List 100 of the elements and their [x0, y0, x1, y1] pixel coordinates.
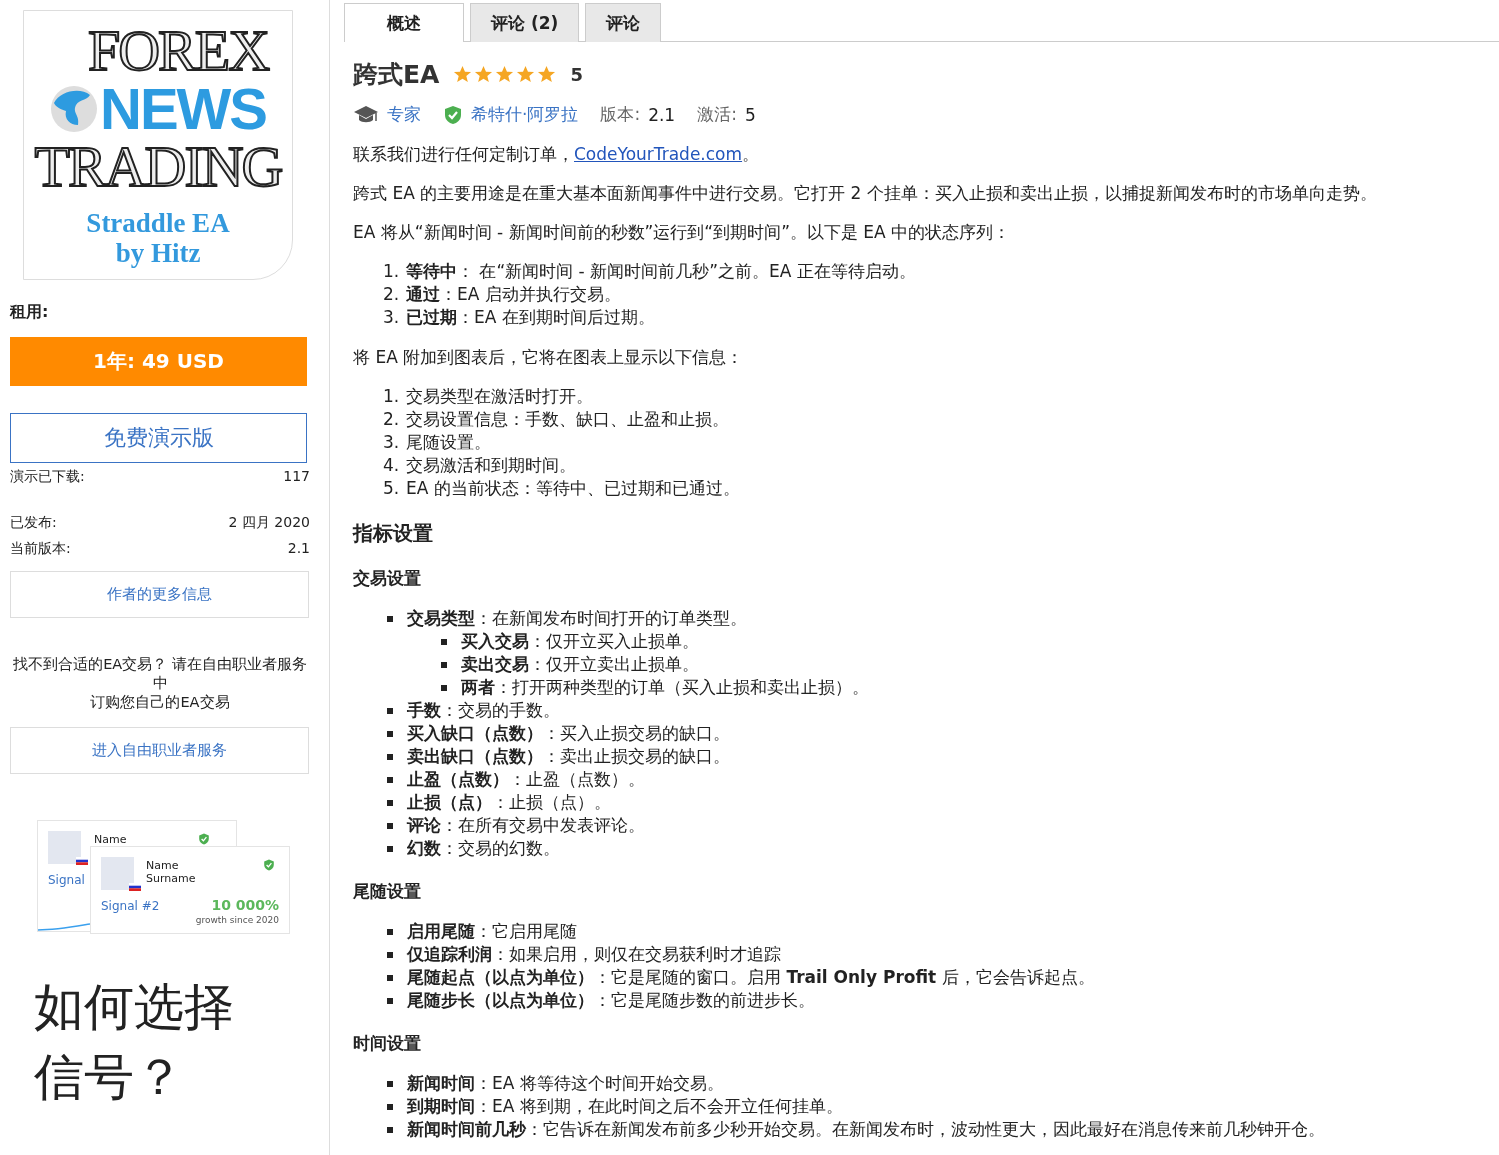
description-paragraph: 联系我们进行任何定制订单，CodeYourTrade.com。 — [353, 143, 761, 165]
bullet-icon — [387, 1080, 393, 1087]
bullet-icon — [387, 997, 393, 1004]
list-item: 买入交易：仅开立买入止损单。 — [461, 630, 699, 653]
growth-caption: growth since 2020 — [195, 915, 279, 925]
list-item: 通过：EA 启动并执行交易。 — [406, 283, 621, 306]
globe-icon — [50, 85, 98, 133]
list-item: 手数：交易的手数。 — [407, 699, 560, 722]
verified-shield-icon — [263, 859, 275, 871]
tab[interactable]: 评论 — [585, 3, 662, 42]
bullet-icon — [387, 822, 393, 829]
author-info-button[interactable]: 作者的更多信息 — [10, 571, 309, 618]
bullet-icon — [387, 951, 393, 958]
rent-label: 租用: — [10, 302, 50, 323]
star-icon — [453, 65, 473, 84]
stat-label: 演示已下载: — [10, 467, 85, 486]
list-item: 两者：打开两种类型的订单（买入止损和卖出止损）。 — [461, 676, 869, 699]
free-demo-button[interactable]: 免费演示版 — [10, 413, 307, 463]
bullet-icon — [387, 753, 393, 760]
author-link[interactable]: 希特什·阿罗拉 — [471, 103, 579, 126]
list-item: 已过期：EA 在到期时间后过期。 — [406, 306, 655, 329]
product-title: 跨式EA — [353, 59, 440, 91]
avatar-placeholder — [48, 831, 81, 864]
list-number: 5. — [383, 477, 401, 500]
bullet-icon — [387, 974, 393, 981]
tab[interactable]: 概述 — [344, 3, 464, 42]
list-item: 尾随步长（以点为单位）：它是尾随步数的前进步长。 — [407, 989, 815, 1012]
star-icon — [537, 65, 557, 84]
version-label: 版本: — [600, 103, 641, 126]
list-number: 1. — [383, 260, 401, 283]
promo-title: 信号？ — [34, 1047, 185, 1108]
list-item: 到期时间：EA 将到期，在此时间之后不会开立任何挂单。 — [407, 1095, 843, 1118]
list-number: 3. — [383, 306, 401, 329]
freelance-text: 找不到合适的EA交易？ 请在自由职业者服务中 — [12, 655, 308, 693]
signal-name: Name Surname — [146, 859, 196, 885]
signal-name: Name — [94, 833, 127, 846]
section-heading: 指标设置 — [353, 520, 434, 547]
signal-title: Signal #2 — [101, 899, 160, 913]
flag-icon — [129, 883, 141, 891]
stat-label: 当前版本: — [10, 539, 71, 558]
list-item: 交易类型在激活时打开。 — [406, 385, 593, 408]
logo-text: NEWS — [100, 80, 266, 138]
activations-label: 激活: — [697, 103, 737, 126]
list-item: 交易类型：在新闻发布时间打开的订单类型。 — [407, 607, 747, 630]
growth-curve-icon — [38, 923, 90, 931]
signal-title: Signal — [48, 873, 85, 887]
description-paragraph: EA 将从“新闻时间 - 新闻时间前的秒数”运行到“到期时间”。以下是 EA 中的状态序列： — [353, 221, 1012, 243]
rating-value: 5 — [570, 64, 583, 85]
list-item: 幻数：交易的幻数。 — [407, 837, 560, 860]
list-item: EA 的当前状态：等待中、已过期和已通过。 — [406, 477, 740, 500]
list-item: 评论：在所有交易中发表评论。 — [407, 814, 645, 837]
list-item: 交易设置信息：手数、缺口、止盈和止损。 — [406, 408, 729, 431]
tab[interactable]: 评论 (2) — [470, 3, 580, 42]
graduation-cap-icon — [353, 104, 379, 125]
star-icon — [495, 65, 515, 84]
stat-value: 2 四月 2020 — [228, 513, 310, 532]
bullet-icon — [387, 707, 393, 714]
bullet-icon — [387, 799, 393, 806]
bullet-icon — [387, 1126, 393, 1133]
logo-text: Straddle EA — [86, 208, 230, 238]
bullet-icon — [387, 730, 393, 737]
list-item: 交易激活和到期时间。 — [406, 454, 576, 477]
bullet-icon — [387, 928, 393, 935]
description-paragraph: 将 EA 附加到图表后，它将在图表上显示以下信息： — [353, 346, 745, 368]
star-icon — [474, 65, 494, 84]
verified-shield-icon — [198, 833, 210, 845]
list-item: 新闻时间前几秒：它告诉在新闻发布前多少秒开始交易。在新闻发布时，波动性更大，因此最好在消息传来前几秒钟开仓。 — [407, 1118, 1325, 1141]
bullet-icon — [441, 661, 447, 668]
logo-text: by Hitz — [115, 238, 201, 268]
list-item: 新闻时间：EA 将等待这个时间开始交易。 — [407, 1072, 724, 1095]
avatar-placeholder — [101, 857, 134, 890]
list-item: 等待中： 在“新闻时间 - 新闻时间前几秒”之前。EA 正在等待启动。 — [406, 260, 916, 283]
list-number: 2. — [383, 408, 401, 431]
list-item: 止盈（点数）：止盈（点数）。 — [407, 768, 645, 791]
freelance-button[interactable]: 进入自由职业者服务 — [10, 727, 309, 774]
logo-text: TRADING — [34, 138, 282, 196]
list-number: 2. — [383, 283, 401, 306]
list-item: 尾随起点（以点为单位）：它是尾随的窗口。启用 Trail Only Profit 后，它会告诉起点。 — [407, 966, 1095, 989]
category-link[interactable]: 专家 — [387, 103, 421, 126]
section-subheading: 尾随设置 — [353, 880, 422, 903]
list-item: 卖出缺口（点数）：卖出止损交易的缺口。 — [407, 745, 730, 768]
list-number: 3. — [383, 431, 401, 454]
logo-text: FOREX — [87, 22, 269, 80]
stat-label: 已发布: — [10, 513, 57, 532]
stat-value: 2.1 — [287, 539, 310, 558]
growth-value: 10 000% — [211, 897, 279, 913]
list-item: 止损（点）：止损（点）。 — [407, 791, 611, 814]
website-link[interactable]: CodeYourTrade.com — [574, 144, 743, 164]
section-subheading: 交易设置 — [353, 567, 422, 590]
bullet-icon — [441, 684, 447, 691]
version-value: 2.1 — [648, 104, 676, 125]
list-number: 4. — [383, 454, 401, 477]
verified-shield-icon — [443, 104, 463, 125]
activations-value: 5 — [744, 104, 756, 125]
list-number: 1. — [383, 385, 401, 408]
promo-title: 如何选择 — [34, 977, 235, 1038]
list-item: 买入缺口（点数）：买入止损交易的缺口。 — [407, 722, 730, 745]
section-subheading: 时间设置 — [353, 1032, 422, 1055]
stat-value: 117 — [283, 467, 310, 486]
star-icon — [516, 65, 536, 84]
